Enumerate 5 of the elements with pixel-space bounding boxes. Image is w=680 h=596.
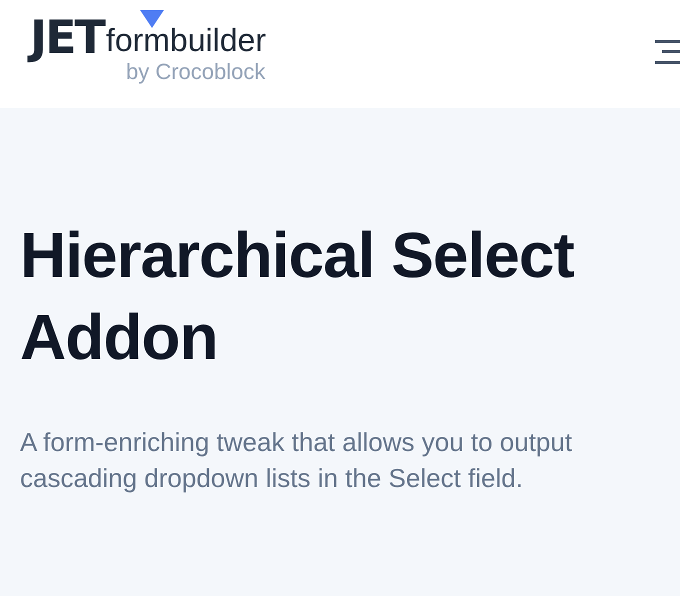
logo-byline: by Crocoblock bbox=[126, 60, 266, 84]
logo-name: formbuilder bbox=[106, 24, 266, 56]
menu-icon[interactable] bbox=[655, 40, 680, 64]
page-title: Hierarchical Select Addon bbox=[20, 218, 575, 375]
page-description: A form-enriching tweak that allows you to output cascading dropdown lists in the Select field. bbox=[20, 426, 574, 495]
